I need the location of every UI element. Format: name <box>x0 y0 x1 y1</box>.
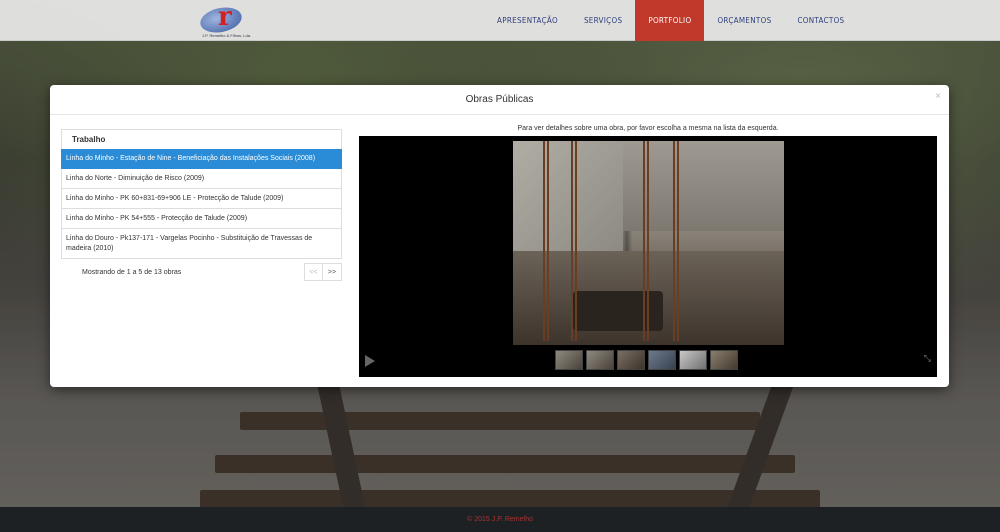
list-header: Trabalho <box>61 129 342 149</box>
logo-subtitle: J.P. Remelho & Filhos, Lda. <box>202 33 252 38</box>
pagination: << >> <box>304 263 342 281</box>
company-logo[interactable]: r J.P. Remelho & Filhos, Lda. <box>197 2 258 38</box>
navbar: r J.P. Remelho & Filhos, Lda. APRESENTAÇ… <box>0 0 1000 41</box>
thumbnail[interactable] <box>679 350 707 370</box>
results-count: Mostrando de 1 a 5 de 13 obras <box>82 269 182 276</box>
instruction-text: Para ver detalhes sobre uma obra, por fa… <box>517 125 779 132</box>
thumbnail-strip <box>555 350 738 370</box>
works-list-panel: Trabalho Linha do Minho - Estação de Nin… <box>61 129 342 287</box>
list-item[interactable]: Linha do Douro - Pk137-171 - Vargelas Po… <box>61 229 342 259</box>
list-item[interactable]: Linha do Minho - Estação de Nine - Benef… <box>61 149 342 169</box>
list-item[interactable]: Linha do Norte - Diminuição de Risco (20… <box>61 169 342 189</box>
thumbnail[interactable] <box>617 350 645 370</box>
thumbnail[interactable] <box>555 350 583 370</box>
main-nav: APRESENTAÇÃO SERVIÇOS PORTFOLIO ORÇAMENT… <box>484 0 857 41</box>
thumbnail[interactable] <box>586 350 614 370</box>
portfolio-modal: Obras Públicas × Trabalho Linha do Minho… <box>50 85 949 387</box>
main-photo[interactable] <box>513 141 784 345</box>
nav-item-apresentacao[interactable]: APRESENTAÇÃO <box>484 0 571 41</box>
list-item[interactable]: Linha do Minho - PK 60+831-69+906 LE - P… <box>61 189 342 209</box>
list-footer: Mostrando de 1 a 5 de 13 obras << >> <box>61 263 342 287</box>
modal-header: Obras Públicas × <box>50 85 949 115</box>
next-page-button[interactable]: >> <box>323 263 342 281</box>
footer: © 2015 J.P. Remelho <box>0 507 1000 532</box>
photo-gallery: ⤡ <box>359 136 937 377</box>
modal-title: Obras Públicas <box>465 94 534 105</box>
prev-page-button[interactable]: << <box>304 263 323 281</box>
copyright-text: © 2015 J.P. Remelho <box>467 516 533 523</box>
close-icon[interactable]: × <box>935 91 941 102</box>
nav-item-orcamentos[interactable]: ORÇAMENTOS <box>704 0 784 41</box>
thumbnail[interactable] <box>648 350 676 370</box>
thumbnail[interactable] <box>710 350 738 370</box>
nav-item-servicos[interactable]: SERVIÇOS <box>571 0 635 41</box>
nav-item-portfolio[interactable]: PORTFOLIO <box>635 0 705 41</box>
fullscreen-icon[interactable]: ⤡ <box>924 353 931 364</box>
play-icon[interactable] <box>365 355 375 367</box>
list-item[interactable]: Linha do Minho - PK 54+555 - Protecção d… <box>61 209 342 229</box>
nav-item-contactos[interactable]: CONTACTOS <box>784 0 857 41</box>
